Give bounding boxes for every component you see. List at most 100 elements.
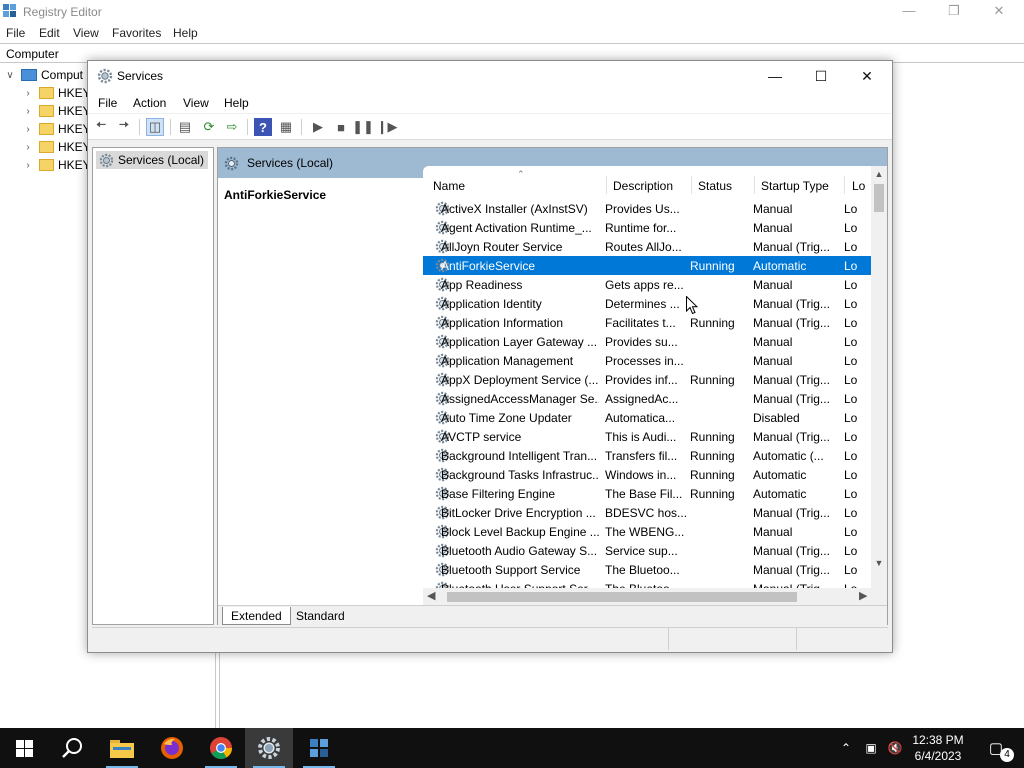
services-titlebar[interactable]: Services — ☐ ✕ xyxy=(88,61,892,91)
service-row[interactable]: AntiForkieService Running Automatic Lo xyxy=(423,256,871,275)
scroll-left-icon[interactable]: ◀ xyxy=(427,589,435,602)
service-row[interactable]: ActiveX Installer (AxInstSV) Provides Us.… xyxy=(423,199,871,218)
tree-node-hkey[interactable]: › HKEY xyxy=(22,138,90,156)
tab-extended[interactable]: Extended xyxy=(222,607,291,625)
scroll-up-icon[interactable]: ▲ xyxy=(871,169,887,179)
service-row[interactable]: Bluetooth User Support Ser...The Bluetoo… xyxy=(423,579,871,588)
service-startup-type: Manual (Trig... xyxy=(753,506,830,520)
refresh-icon[interactable]: ⟳ xyxy=(200,118,218,136)
column-divider[interactable] xyxy=(606,176,607,194)
service-row[interactable]: AppX Deployment Service (... Provides inf… xyxy=(423,370,871,389)
service-row[interactable]: Application Management Processes in... Man… xyxy=(423,351,871,370)
stop-service-icon[interactable]: ■ xyxy=(332,118,350,136)
service-row[interactable]: AllJoyn Router Service Routes AllJo... Man… xyxy=(423,237,871,256)
service-row[interactable]: Auto Time Zone Updater Automatica... Disab… xyxy=(423,408,871,427)
taskbar-services[interactable] xyxy=(245,728,293,768)
service-row[interactable]: Agent Activation Runtime_... Runtime for.… xyxy=(423,218,871,237)
service-row[interactable]: Application Information Facilitates t... R… xyxy=(423,313,871,332)
registry-menu-view[interactable]: View xyxy=(73,26,99,40)
service-row[interactable]: Bluetooth Support Service The Bluetoo... M… xyxy=(423,560,871,579)
tree-node-hkey[interactable]: › HKEY xyxy=(22,102,90,120)
network-icon[interactable]: ▣ xyxy=(860,728,882,768)
column-header-startup-type[interactable]: Startup Type xyxy=(761,179,829,193)
column-header-status[interactable]: Status xyxy=(698,179,732,193)
start-button[interactable] xyxy=(0,728,48,768)
menu-help[interactable]: Help xyxy=(224,96,249,110)
console-view-icon[interactable]: ▦ xyxy=(277,118,295,136)
help-icon[interactable]: ? xyxy=(254,118,272,136)
service-row[interactable]: Base Filtering Engine The Base Fil... Runn… xyxy=(423,484,871,503)
chevron-right-icon[interactable]: › xyxy=(22,142,34,153)
taskbar-firefox[interactable] xyxy=(148,728,196,768)
service-row[interactable]: Block Level Backup Engine ... The WBENG..… xyxy=(423,522,871,541)
volume-muted-icon[interactable]: 🔇 xyxy=(884,728,906,768)
chevron-right-icon[interactable]: › xyxy=(22,124,34,135)
service-row[interactable]: Application Layer Gateway ... Provides su… xyxy=(423,332,871,351)
column-divider[interactable] xyxy=(691,176,692,194)
service-row[interactable]: Background Intelligent Tran... Transfers … xyxy=(423,446,871,465)
chevron-right-icon[interactable]: › xyxy=(22,160,34,171)
menu-view[interactable]: View xyxy=(183,96,209,110)
vertical-scrollbar[interactable]: ▲ ▼ xyxy=(871,166,887,588)
tree-node-computer[interactable]: ∨ Comput xyxy=(4,66,83,84)
service-row[interactable]: AVCTP service This is Audi... Running Manua… xyxy=(423,427,871,446)
search-button[interactable] xyxy=(48,728,96,768)
show-hidden-icons-icon[interactable]: ⌃ xyxy=(836,728,856,768)
registry-menu-edit[interactable]: Edit xyxy=(39,26,60,40)
export-list-icon[interactable]: ⇨ xyxy=(223,118,241,136)
action-center-button[interactable]: ▢ 4 xyxy=(978,728,1014,768)
close-icon[interactable]: ✕ xyxy=(976,0,1022,24)
column-divider[interactable] xyxy=(844,176,845,194)
chevron-right-icon[interactable]: › xyxy=(22,88,34,99)
back-arrow-icon[interactable]: 🠤 xyxy=(92,117,110,136)
close-icon[interactable]: ✕ xyxy=(844,61,890,91)
scroll-right-icon[interactable]: ▶ xyxy=(859,589,867,602)
minimize-icon[interactable]: — xyxy=(886,0,932,24)
properties-icon[interactable]: ▤ xyxy=(176,118,194,136)
scrollbar-thumb[interactable] xyxy=(447,592,797,602)
service-status: Running xyxy=(690,487,735,501)
taskbar-file-explorer[interactable] xyxy=(98,728,146,768)
scope-node-services-local[interactable]: Services (Local) xyxy=(96,151,208,169)
service-row[interactable]: AssignedAccessManager Se... AssignedAc...… xyxy=(423,389,871,408)
taskbar-chrome[interactable] xyxy=(197,728,245,768)
clock[interactable]: 12:38 PM 6/4/2023 xyxy=(906,732,970,764)
menu-action[interactable]: Action xyxy=(133,96,166,110)
chevron-right-icon[interactable]: › xyxy=(22,106,34,117)
scroll-down-icon[interactable]: ▼ xyxy=(871,558,887,568)
service-row[interactable]: Background Tasks Infrastruc... Windows in… xyxy=(423,465,871,484)
scrollbar-thumb[interactable] xyxy=(874,184,884,212)
service-row[interactable]: Bluetooth Audio Gateway S... Service sup.… xyxy=(423,541,871,560)
show-hide-tree-icon[interactable]: ◫ xyxy=(146,118,164,136)
column-header-name[interactable]: Name xyxy=(433,179,465,193)
services-window: Services — ☐ ✕ File Action View Help 🠤 🠦… xyxy=(87,60,893,653)
registry-menu-help[interactable]: Help xyxy=(173,26,198,40)
services-list[interactable]: ⌃ Name Description Status Startup Type L… xyxy=(423,166,887,588)
tree-node-hkey[interactable]: › HKEY xyxy=(22,156,90,174)
start-service-icon[interactable]: ▶ xyxy=(309,118,327,136)
tab-standard[interactable]: Standard xyxy=(288,607,353,625)
column-divider[interactable] xyxy=(754,176,755,194)
service-row[interactable]: Application Identity Determines ... Manual… xyxy=(423,294,871,313)
tree-node-hkey[interactable]: › HKEY xyxy=(22,84,90,102)
restore-icon[interactable]: ❐ xyxy=(931,0,977,24)
windows-logo-icon xyxy=(15,739,33,757)
column-header-log-on-as[interactable]: Lo xyxy=(852,179,865,193)
forward-arrow-icon[interactable]: 🠦 xyxy=(115,117,133,136)
folder-icon xyxy=(39,105,54,117)
taskbar-registry-editor[interactable] xyxy=(295,728,343,768)
chevron-down-icon[interactable]: ∨ xyxy=(4,70,16,81)
horizontal-scrollbar[interactable]: ◀ ▶ xyxy=(423,588,887,605)
service-row[interactable]: App Readiness Gets apps re... Manual Lo xyxy=(423,275,871,294)
service-row[interactable]: BitLocker Drive Encryption ... BDESVC hos… xyxy=(423,503,871,522)
registry-menu-file[interactable]: File xyxy=(6,26,25,40)
maximize-icon[interactable]: ☐ xyxy=(798,61,844,91)
pause-service-icon[interactable]: ❚❚ xyxy=(352,118,374,136)
menu-file[interactable]: File xyxy=(98,96,117,110)
registry-menu-favorites[interactable]: Favorites xyxy=(112,26,161,40)
tree-node-hkey[interactable]: › HKEY xyxy=(22,120,90,138)
minimize-icon[interactable]: — xyxy=(752,61,798,91)
registry-titlebar[interactable]: Registry Editor — ❐ ✕ xyxy=(0,0,1024,24)
restart-service-icon[interactable]: ❙▶ xyxy=(377,118,398,136)
column-header-description[interactable]: Description xyxy=(613,179,673,193)
